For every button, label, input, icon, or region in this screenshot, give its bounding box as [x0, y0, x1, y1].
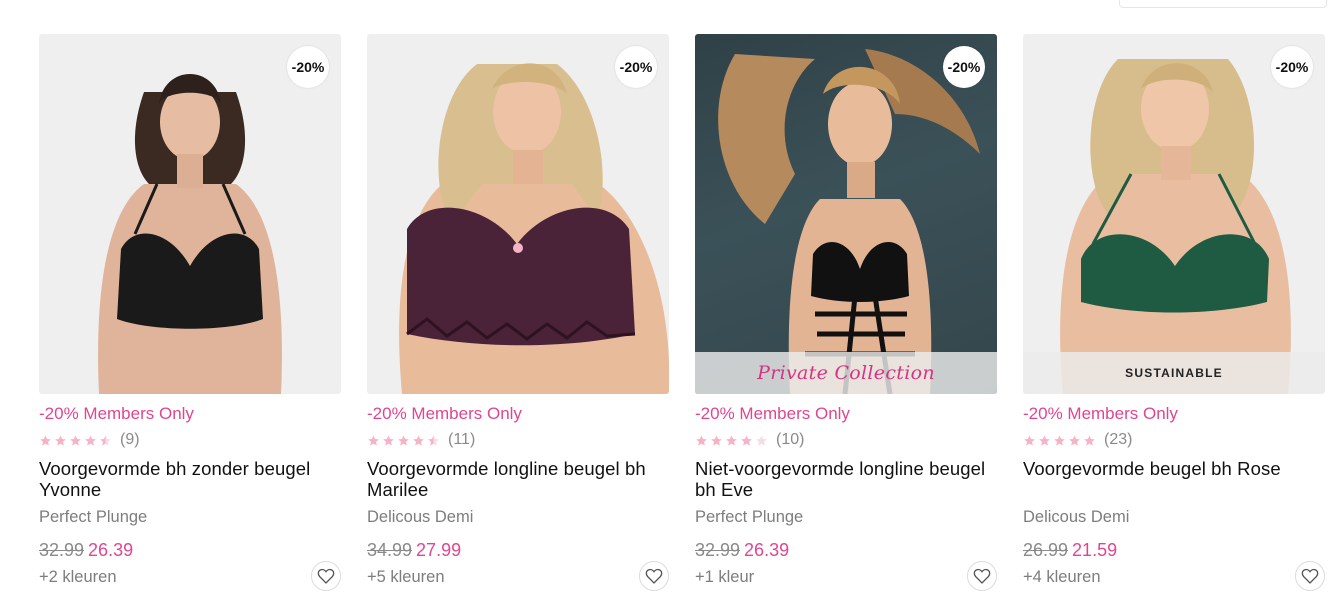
star-icon: [85, 435, 96, 446]
color-count[interactable]: +2 kleuren: [39, 567, 341, 587]
star-icon: [696, 435, 707, 446]
rating: (23): [1023, 431, 1325, 449]
price: 26.99 21.59: [1023, 540, 1325, 560]
star-icon: [741, 435, 752, 446]
product-name[interactable]: Niet-voorgevormde longline beugel bh Eve: [695, 458, 997, 500]
star-icon: [40, 435, 51, 446]
review-count: (11): [448, 431, 476, 448]
star-icon: [711, 435, 722, 446]
price: 32.99 26.39: [695, 540, 997, 560]
product-name[interactable]: Voorgevormde longline beugel bh Marilee: [367, 458, 669, 500]
wishlist-button[interactable]: [311, 561, 341, 591]
star-icon: [1024, 435, 1035, 446]
star-icon: [756, 435, 767, 446]
rating-stars: [695, 434, 768, 447]
sale-price: 27.99: [416, 540, 462, 560]
price: 32.99 26.39: [39, 540, 341, 560]
product-name[interactable]: Voorgevormde beugel bh Rose: [1023, 458, 1325, 500]
review-count: (10): [776, 431, 805, 448]
star-icon: [413, 435, 424, 446]
star-icon: [1039, 435, 1050, 446]
product-grid: -20% -20% Members Only (9) Voorgevormde …: [39, 34, 1325, 591]
promo-label: -20% Members Only: [39, 404, 194, 423]
star-icon: [1069, 435, 1080, 446]
price: 34.99 27.99: [367, 540, 669, 560]
review-count: (23): [1104, 431, 1133, 448]
star-icon: [55, 435, 66, 446]
product-image[interactable]: -20% Private Collection: [695, 34, 997, 394]
star-icon: [70, 435, 81, 446]
old-price: 32.99: [39, 540, 85, 560]
rating: (11): [367, 431, 669, 449]
product-card[interactable]: -20% SUSTAINABLE -20% Members Only (23) …: [1023, 34, 1325, 591]
star-icon: [1054, 435, 1065, 446]
discount-badge: -20%: [1271, 46, 1313, 88]
star-icon: [100, 435, 111, 446]
color-count[interactable]: +1 kleur: [695, 567, 997, 587]
product-card[interactable]: -20% Private Collection -20% Members Onl…: [695, 34, 997, 591]
product-card[interactable]: -20% -20% Members Only (11) Voorgevormde…: [367, 34, 669, 591]
sale-price: 26.39: [744, 540, 790, 560]
star-icon: [383, 435, 394, 446]
review-count: (9): [120, 431, 140, 448]
heart-icon: [973, 568, 991, 584]
discount-badge: -20%: [287, 46, 329, 88]
product-collection: Delicous Demi: [367, 508, 474, 526]
sale-price: 26.39: [88, 540, 134, 560]
product-image[interactable]: -20% SUSTAINABLE: [1023, 34, 1325, 394]
star-icon: [398, 435, 409, 446]
sustainable-banner: SUSTAINABLE: [1023, 352, 1325, 394]
rating: (9): [39, 431, 341, 449]
discount-badge: -20%: [943, 46, 985, 88]
color-count[interactable]: +4 kleuren: [1023, 567, 1325, 587]
heart-icon: [317, 568, 335, 584]
collection-banner: Private Collection: [695, 352, 997, 394]
wishlist-button[interactable]: [967, 561, 997, 591]
star-icon: [368, 435, 379, 446]
product-photo: [1060, 59, 1291, 394]
old-price: 26.99: [1023, 540, 1069, 560]
product-collection: Perfect Plunge: [695, 508, 804, 526]
star-icon: [726, 435, 737, 446]
product-image[interactable]: -20%: [39, 34, 341, 394]
product-image[interactable]: -20%: [367, 34, 669, 394]
color-count[interactable]: +5 kleuren: [367, 567, 669, 587]
rating-stars: [1023, 434, 1096, 447]
product-card[interactable]: -20% -20% Members Only (9) Voorgevormde …: [39, 34, 341, 591]
star-icon: [428, 435, 439, 446]
rating: (10): [695, 431, 997, 449]
heart-icon: [645, 568, 663, 584]
sort-dropdown[interactable]: [1119, 0, 1327, 8]
product-photo: [718, 49, 980, 394]
star-icon: [1084, 435, 1095, 446]
old-price: 34.99: [367, 540, 413, 560]
rating-stars: [39, 434, 112, 447]
product-photo: [399, 63, 669, 394]
discount-badge: -20%: [615, 46, 657, 88]
wishlist-button[interactable]: [639, 561, 669, 591]
product-photo: [98, 74, 282, 394]
heart-icon: [1301, 568, 1319, 584]
product-name[interactable]: Voorgevormde bh zonder beugel Yvonne: [39, 458, 341, 500]
product-collection: Perfect Plunge: [39, 508, 148, 526]
product-collection: Delicous Demi: [1023, 508, 1130, 526]
old-price: 32.99: [695, 540, 741, 560]
rating-stars: [367, 434, 440, 447]
sale-price: 21.59: [1072, 540, 1118, 560]
promo-label: -20% Members Only: [1023, 404, 1178, 423]
promo-label: -20% Members Only: [695, 404, 850, 423]
wishlist-button[interactable]: [1295, 561, 1325, 591]
promo-label: -20% Members Only: [367, 404, 522, 423]
